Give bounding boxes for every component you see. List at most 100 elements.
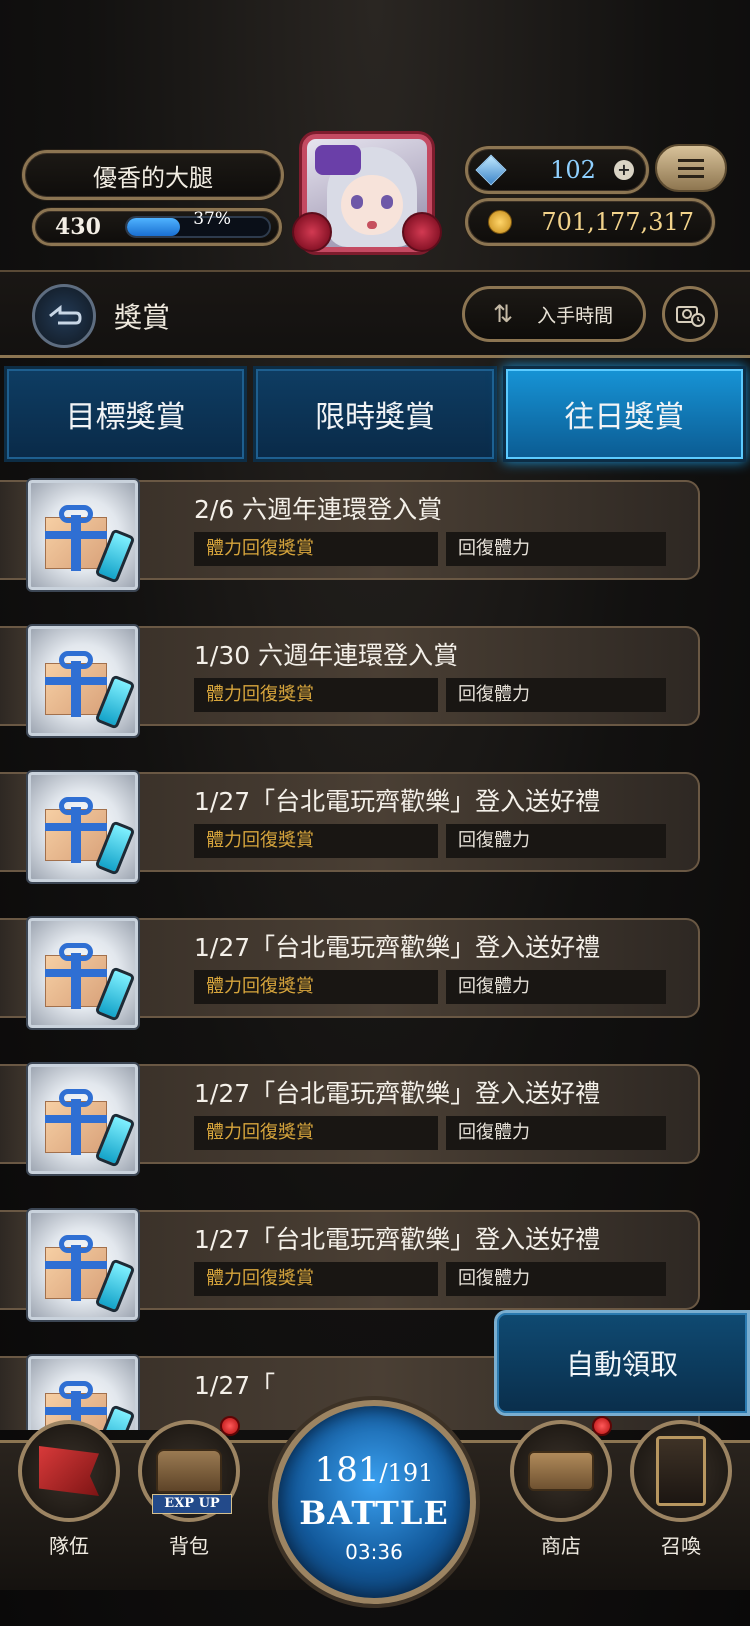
sort-by-acquire-time-button[interactable]: ⇅ 入手時間 [462,286,646,342]
nav-bag-button[interactable]: EXP UP 背包 [134,1416,244,1560]
reward-item-edge [0,918,30,1018]
gift-bow-icon [59,1235,93,1253]
notification-dot [592,1416,612,1436]
reward-item-edge [0,626,30,726]
reward-icon-box [28,1064,138,1174]
battle-button[interactable]: 181/191 BATTLE 03:36 [272,1400,476,1604]
back-button[interactable] [32,284,96,348]
player-level-box: 430 37% [32,208,282,246]
gift-bow-icon [59,1381,93,1399]
reward-title: 1/27「台北電玩齊歡樂」登入送好禮 [194,1225,601,1254]
reward-item[interactable]: 1/27「台北電玩齊歡樂」登入送好禮 體力回復獎賞 回復體力 [0,762,710,882]
nav-shop-button[interactable]: 商店 [506,1416,616,1560]
rose-decoration-right [402,212,442,252]
nav-summon-label: 召喚 [661,1534,701,1558]
reward-desc-tag: 回復體力 [446,532,666,566]
reward-desc-tag: 回復體力 [446,824,666,858]
reward-tabs: 目標獎賞 限時獎賞 往日獎賞 [0,366,750,462]
gift-ribbon [45,823,107,831]
reward-item[interactable]: 1/30 六週年連環登入賞體力回復獎賞 回復體力 [0,616,710,736]
gift-bow-icon [59,943,93,961]
history-filter-button[interactable] [662,286,718,342]
tab-label: 目標獎賞 [65,400,186,435]
gift-ribbon [71,515,81,571]
reward-icon-box [28,626,138,736]
tab-limited-rewards[interactable]: 限時獎賞 [253,366,497,462]
reward-item[interactable]: 1/27「台北電玩齊歡樂」登入送好禮 體力回復獎賞 回復體力 [0,1200,710,1320]
gift-bow-icon [59,651,93,669]
reward-item-edge [0,1210,30,1310]
nav-shop-label: 商店 [541,1534,581,1558]
reward-type-tag: 體力回復獎賞 [194,678,438,712]
gift-ribbon [45,1115,107,1123]
back-arrow-icon [49,304,82,325]
avatar[interactable] [292,124,442,264]
reward-type-tag: 體力回復獎賞 [194,1116,438,1150]
gift-ribbon [71,661,81,717]
rose-decoration-left [292,212,332,252]
player-name-box[interactable]: 優香的大腿 [22,150,284,200]
gift-ribbon [71,953,81,1009]
gift-ribbon [45,531,107,539]
avatar-eye-right [381,195,393,209]
reward-title: 1/30 六週年連環登入賞 [194,641,459,670]
gift-ribbon [45,1261,107,1269]
add-gems-plus-icon[interactable]: + [614,160,634,180]
reward-icon-box [28,772,138,882]
sort-label: 入手時間 [537,304,614,327]
menu-line-icon [678,166,704,170]
gift-ribbon [71,1099,81,1155]
treasure-chest-icon [156,1449,222,1493]
reward-desc-tag: 回復體力 [446,1116,666,1150]
reward-icon-box [28,480,138,590]
reward-item-edge [0,1064,30,1164]
exp-up-badge: EXP UP [152,1494,232,1514]
summon-card-icon [656,1436,706,1506]
reward-item[interactable]: 1/27「台北電玩齊歡樂」登入送好禮 體力回復獎賞 回復體力 [0,908,710,1028]
gift-bow-icon [59,505,93,523]
shop-sign-icon [528,1451,594,1491]
player-status-bar: 優香的大腿 430 37% 102 + 701,177,317 [0,110,750,270]
menu-line-icon [678,174,704,178]
reward-item-edge [0,772,30,872]
nav-team-label: 隊伍 [49,1534,89,1558]
auto-claim-label: 自動領取 [565,1348,678,1381]
reward-icon-box [28,1210,138,1320]
nav-team-button[interactable]: 隊伍 [14,1420,124,1560]
page-title: 獎賞 [114,301,171,334]
reward-item[interactable]: 1/27「台北電玩齊歡樂」登入送好禮體力回復獎賞 回復體力 [0,1054,710,1174]
reward-type-tag: 體力回復獎賞 [194,1262,438,1296]
reward-title: 2/6 六週年連環登入賞 [194,495,443,524]
sort-arrows-icon: ⇅ [493,300,514,328]
reward-title: 1/27「台北電玩齊歡樂」登入送好禮 [194,1079,601,1108]
gold-coin-icon [488,210,512,234]
battle-stamina: 181/191 [278,1450,470,1490]
tab-label: 往日獎賞 [564,400,685,435]
tab-goal-rewards[interactable]: 目標獎賞 [4,366,248,462]
gem-count: 102 [550,156,596,184]
reward-item[interactable]: 2/6 六週年連環登入賞體力回復獎賞 回復體力 [0,470,710,590]
gift-ribbon [45,677,107,685]
exp-progress-fill [127,218,180,236]
stamina-current: 181 [314,1450,380,1490]
avatar-eye-left [351,195,363,209]
battle-label: BATTLE [299,1494,449,1532]
nav-summon-button[interactable]: 召喚 [626,1420,736,1560]
tab-past-rewards[interactable]: 往日獎賞 [502,366,746,462]
exp-percent: 37% [193,209,231,229]
reward-type-tag: 體力回復獎賞 [194,532,438,566]
page-header: 獎賞 ⇅ 入手時間 [0,270,750,358]
gold-count: 701,177,317 [541,208,694,236]
avatar-mouth [367,221,377,229]
reward-desc-tag: 回復體力 [446,678,666,712]
reward-list[interactable]: 2/6 六週年連環登入賞 體力回復獎賞 回復體力 1/30 六週年連環登入賞 體力回復獎… [0,470,750,1430]
reward-title: 1/27「台北電玩齊歡樂」登入送好禮 [194,787,601,816]
reward-type-tag: 體力回復獎賞 [194,970,438,1004]
tab-label: 限時獎賞 [314,400,435,435]
main-menu-button[interactable] [655,144,727,192]
nav-bag-label: 背包 [169,1534,209,1558]
stamina-timer: 03:36 [345,1540,403,1564]
reward-title: 1/27「台北電玩齊歡樂」登入送好禮 [194,933,601,962]
gold-counter: 701,177,317 [465,198,715,246]
notification-dot [220,1416,240,1436]
